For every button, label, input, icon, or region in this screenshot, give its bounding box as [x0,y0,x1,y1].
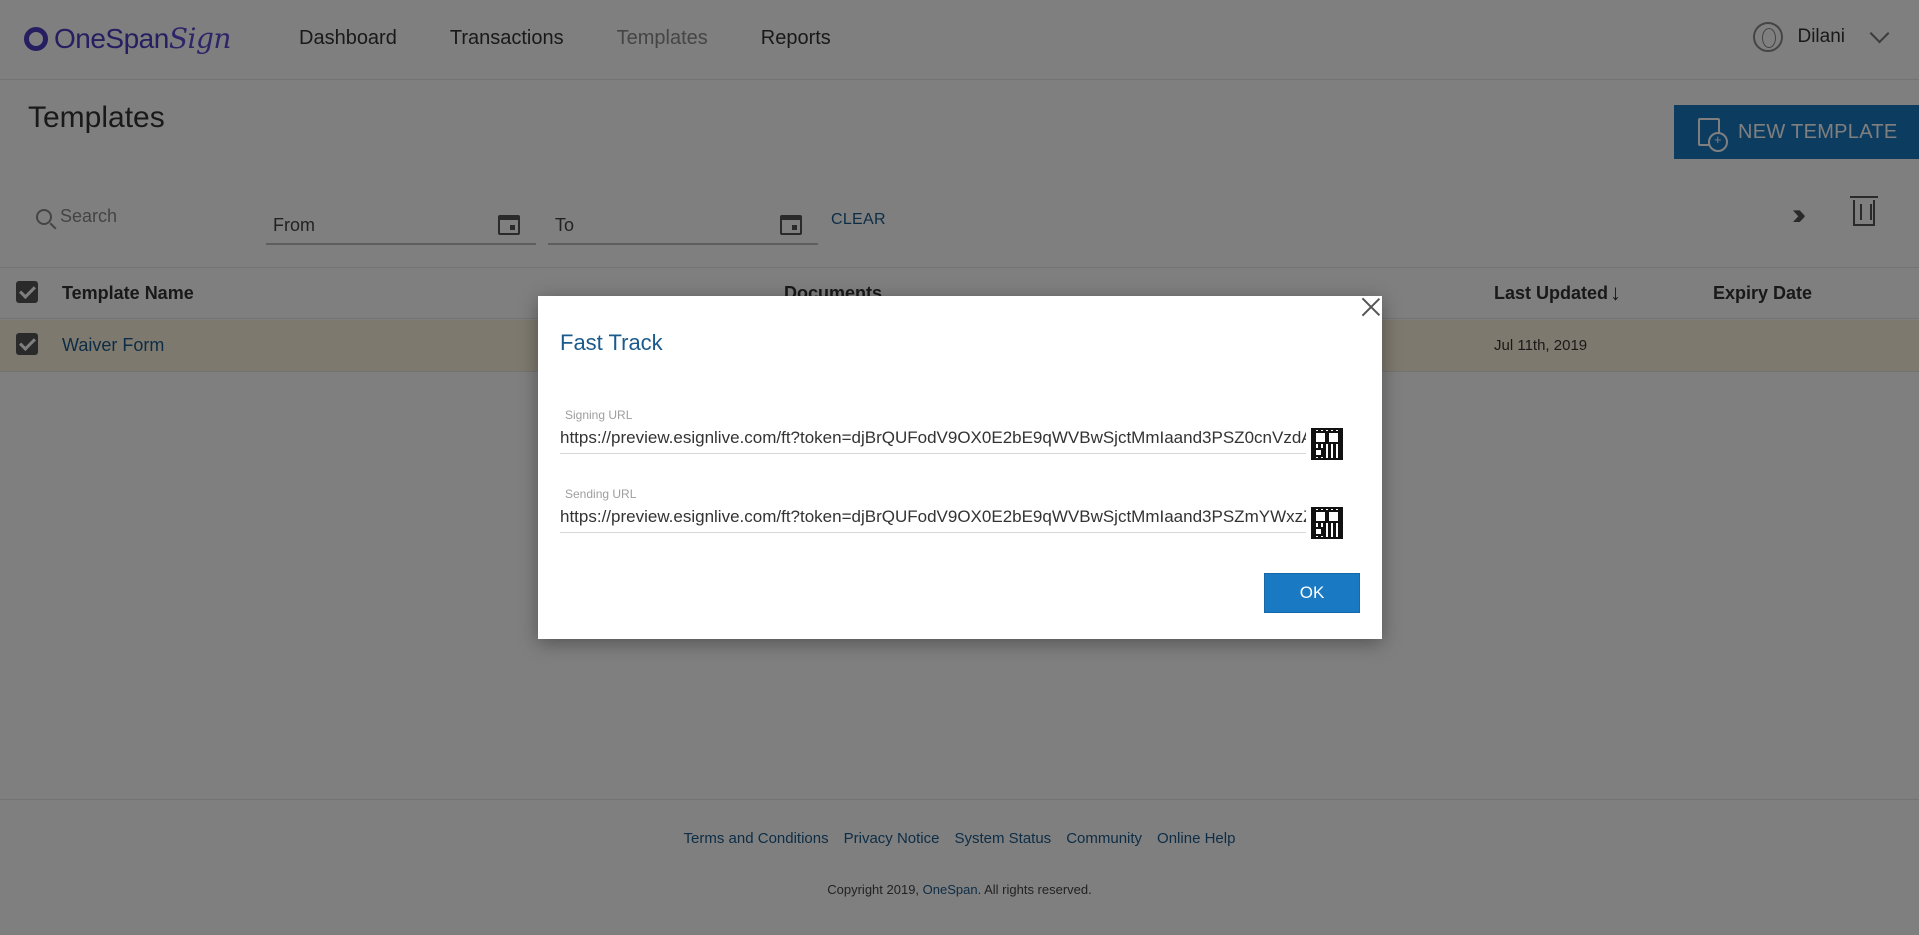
close-icon[interactable] [1360,296,1382,318]
qr-code-icon[interactable] [1311,428,1343,460]
signing-url-field[interactable]: https://preview.esignlive.com/ft?token=d… [560,424,1306,454]
ok-button[interactable]: OK [1264,573,1360,613]
fast-track-dialog: Fast Track Signing URL https://preview.e… [538,296,1382,639]
signing-url-label: Signing URL [565,408,633,422]
sending-url-label: Sending URL [565,487,637,501]
sending-url-field[interactable]: https://preview.esignlive.com/ft?token=d… [560,503,1306,533]
qr-code-icon[interactable] [1311,507,1343,539]
dialog-title: Fast Track [560,330,663,355]
